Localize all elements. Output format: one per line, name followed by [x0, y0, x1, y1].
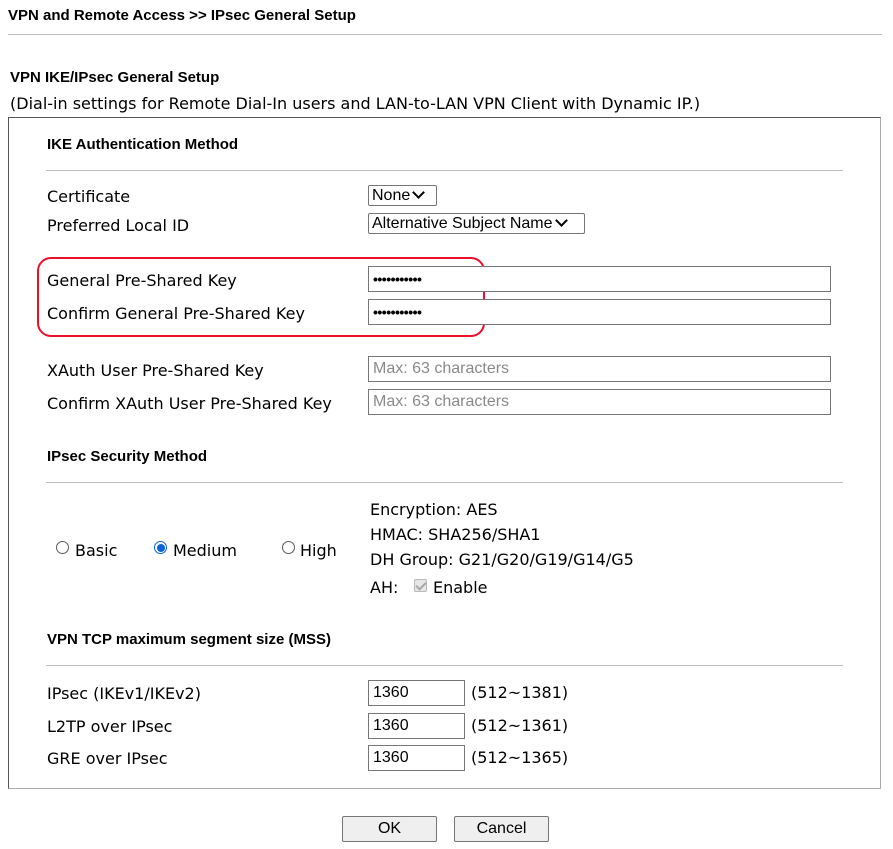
mss-l2tp-label: L2TP over IPsec [47, 717, 173, 736]
ah-enable-label: Enable [433, 578, 488, 597]
mss-l2tp-range: (512~1361) [471, 716, 569, 735]
general-psk-input[interactable]: ••••••••••• [368, 266, 831, 292]
ipsec-security-heading: IPsec Security Method [47, 448, 208, 465]
mss-l2tp-input[interactable]: 1360 [368, 713, 465, 739]
confirm-general-psk-input[interactable]: ••••••••••• [368, 299, 831, 325]
hmac-info: HMAC: SHA256/SHA1 [370, 525, 541, 544]
xauth-psk-label: XAuth User Pre-Shared Key [47, 361, 264, 380]
radio-high[interactable] [282, 541, 295, 554]
header-divider [8, 34, 882, 35]
confirm-xauth-psk-placeholder: Max: 63 characters [373, 393, 510, 410]
section-subtitle: (Dial-in settings for Remote Dial-In use… [10, 94, 701, 113]
radio-basic[interactable] [56, 541, 69, 554]
radio-high-label: High [300, 541, 337, 560]
ok-button[interactable]: OK [342, 816, 437, 842]
confirm-general-psk-label: Confirm General Pre-Shared Key [47, 304, 305, 323]
mss-ipsec-label: IPsec (IKEv1/IKEv2) [47, 684, 201, 703]
section-title: VPN IKE/IPsec General Setup [10, 69, 220, 86]
confirm-general-psk-value: ••••••••••• [373, 304, 422, 320]
general-psk-label: General Pre-Shared Key [47, 271, 237, 290]
security-divider [46, 482, 843, 483]
certificate-selected-value: None [372, 187, 411, 204]
certificate-label: Certificate [47, 187, 131, 206]
chevron-down-icon [554, 214, 568, 227]
radio-medium[interactable] [154, 541, 167, 554]
mss-ipsec-value: 1360 [373, 684, 409, 701]
breadcrumb: VPN and Remote Access >> IPsec General S… [8, 7, 356, 24]
preferred-local-id-label: Preferred Local ID [47, 216, 190, 235]
radio-basic-label: Basic [75, 541, 118, 560]
xauth-psk-input[interactable]: Max: 63 characters [368, 356, 831, 382]
radio-medium-label: Medium [173, 541, 237, 560]
ah-label: AH: [370, 578, 399, 597]
mss-gre-input[interactable]: 1360 [368, 745, 465, 771]
mss-heading: VPN TCP maximum segment size (MSS) [47, 631, 331, 648]
preferred-local-id-select[interactable]: Alternative Subject Name [368, 213, 585, 234]
general-psk-value: ••••••••••• [373, 271, 422, 287]
mss-ipsec-input[interactable]: 1360 [368, 680, 465, 706]
confirm-xauth-psk-input[interactable]: Max: 63 characters [368, 389, 831, 415]
confirm-xauth-psk-label: Confirm XAuth User Pre-Shared Key [47, 394, 332, 413]
certificate-select[interactable]: None [368, 185, 437, 206]
mss-gre-value: 1360 [373, 749, 409, 766]
mss-l2tp-value: 1360 [373, 717, 409, 734]
ike-divider [46, 170, 843, 171]
mss-divider [46, 665, 843, 666]
cancel-button[interactable]: Cancel [454, 816, 549, 842]
xauth-psk-placeholder: Max: 63 characters [373, 360, 510, 377]
dh-group-info: DH Group: G21/G20/G19/G14/G5 [370, 550, 634, 569]
encryption-info: Encryption: AES [370, 500, 498, 519]
ike-auth-heading: IKE Authentication Method [47, 136, 239, 153]
preferred-local-id-selected-value: Alternative Subject Name [372, 215, 553, 232]
mss-gre-range: (512~1365) [471, 748, 569, 767]
mss-gre-label: GRE over IPsec [47, 749, 168, 768]
ah-enable-checkbox[interactable] [414, 579, 427, 592]
chevron-down-icon [412, 186, 426, 199]
mss-ipsec-range: (512~1381) [471, 683, 569, 702]
